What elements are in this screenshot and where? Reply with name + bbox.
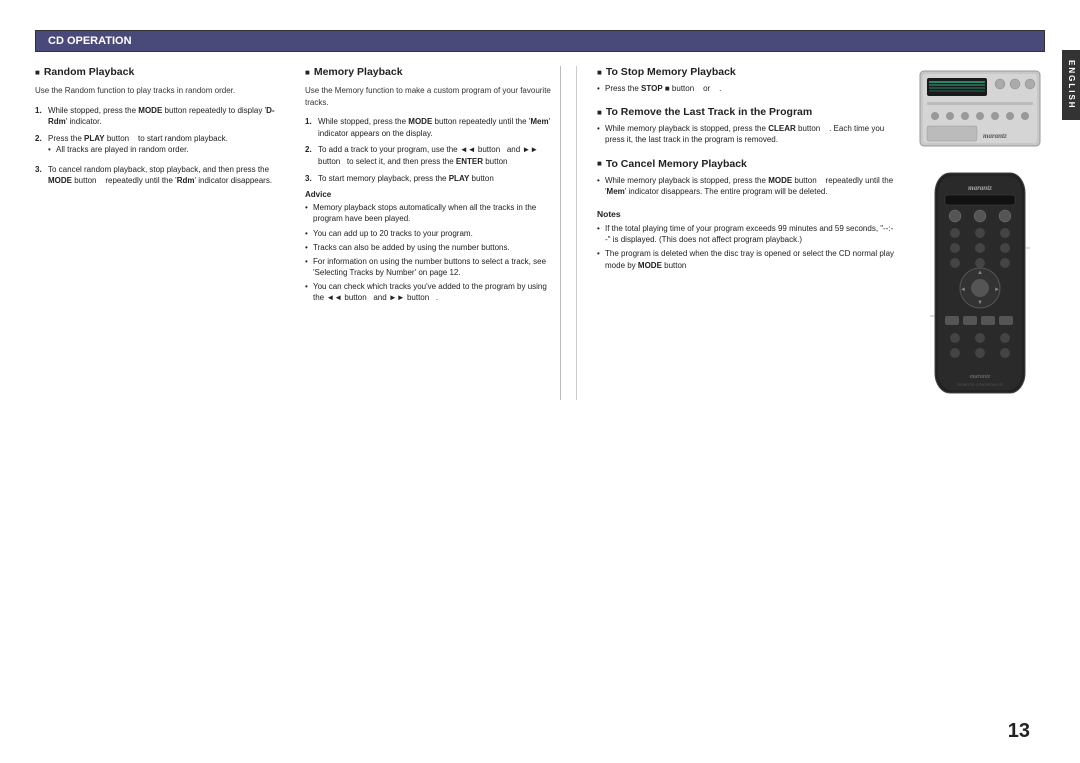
- svg-text:REMOTE CONTROLLER: REMOTE CONTROLLER: [957, 382, 1003, 387]
- random-bullet-1: All tracks are played in random order.: [48, 144, 285, 155]
- advice-bullet-2: You can add up to 20 tracks to your prog…: [305, 228, 555, 239]
- random-step-1: 1. While stopped, press the MODE button …: [35, 105, 285, 128]
- svg-text:marantz: marantz: [983, 132, 1007, 140]
- remote-svg: marantz: [925, 168, 1035, 398]
- right-text-sections: To Stop Memory Playback Press the STOP ■…: [597, 66, 895, 400]
- remove-last-track-title: To Remove the Last Track in the Program: [597, 106, 895, 118]
- english-tab: ENGLISH: [1062, 50, 1080, 120]
- random-step-2: 2. Press the PLAY button to start random…: [35, 133, 285, 159]
- random-playback-title: Random Playback: [35, 66, 285, 78]
- cancel-memory-title: To Cancel Memory Playback: [597, 158, 895, 170]
- cd-operation-label: CD OPERATION: [48, 35, 132, 47]
- left-area: Random Playback Use the Random function …: [35, 66, 555, 400]
- step-body-3: To cancel random playback, stop playback…: [48, 164, 285, 187]
- remote-control-image: marantz: [925, 168, 1035, 400]
- mem-step-num-2: 2.: [305, 144, 315, 167]
- memory-playback-intro: Use the Memory function to make a custom…: [305, 85, 555, 108]
- memory-step-3: 3. To start memory playback, press the P…: [305, 173, 555, 185]
- mem-step-body-3: To start memory playback, press the PLAY…: [318, 173, 555, 185]
- notes-title: Notes: [597, 209, 895, 219]
- svg-text:►: ►: [994, 287, 1000, 293]
- cd-operation-header: CD OPERATION: [35, 30, 1045, 52]
- random-playback-intro: Use the Random function to play tracks i…: [35, 85, 285, 97]
- memory-step-2: 2. To add a track to your program, use t…: [305, 144, 555, 167]
- device-images: marantz marantz: [905, 66, 1045, 400]
- stop-memory-section: To Stop Memory Playback Press the STOP ■…: [597, 66, 895, 94]
- svg-text:marantz: marantz: [970, 374, 991, 380]
- main-content: Random Playback Use the Random function …: [35, 66, 1045, 400]
- remove-last-track-bullet: While memory playback is stopped, press …: [597, 123, 895, 145]
- svg-text:▼: ▼: [977, 300, 983, 306]
- random-step-3: 3. To cancel random playback, stop playb…: [35, 164, 285, 187]
- stop-memory-title: To Stop Memory Playback: [597, 66, 895, 78]
- step-body-2: Press the PLAY button to start random pl…: [48, 133, 285, 159]
- step-body: While stopped, press the MODE button rep…: [48, 105, 285, 128]
- random-playback-column: Random Playback Use the Random function …: [35, 66, 285, 400]
- step-num-2: 2.: [35, 133, 45, 159]
- memory-step-1: 1. While stopped, press the MODE button …: [305, 116, 555, 139]
- step-num: 1.: [35, 105, 45, 128]
- page-number: 13: [1008, 720, 1030, 743]
- cd-player-svg: marantz: [915, 66, 1045, 151]
- svg-text:▲: ▲: [977, 270, 983, 276]
- svg-text:marantz: marantz: [968, 184, 992, 192]
- stop-memory-bullet: Press the STOP ■ button or .: [597, 83, 895, 94]
- advice-title: Advice: [305, 190, 555, 199]
- mem-step-body-1: While stopped, press the MODE button rep…: [318, 116, 555, 139]
- mem-step-num-1: 1.: [305, 116, 315, 139]
- advice-bullet-3: Tracks can also be added by using the nu…: [305, 242, 555, 253]
- mem-step-num-3: 3.: [305, 173, 315, 185]
- svg-text:◄: ◄: [960, 287, 966, 293]
- step-num-3: 3.: [35, 164, 45, 187]
- content-divider: [560, 66, 561, 400]
- remove-last-track-section: To Remove the Last Track in the Program …: [597, 106, 895, 145]
- cancel-memory-section: To Cancel Memory Playback While memory p…: [597, 158, 895, 197]
- notes-bullet-2: The program is deleted when the disc tra…: [597, 248, 895, 270]
- memory-playback-title: Memory Playback: [305, 66, 555, 78]
- advice-bullet-4: For information on using the number butt…: [305, 256, 555, 278]
- notes-bullet-1: If the total playing time of your progra…: [597, 223, 895, 245]
- notes-section: Notes If the total playing time of your …: [597, 209, 895, 271]
- cd-player-image: marantz: [915, 66, 1045, 153]
- advice-bullet-1: Memory playback stops automatically when…: [305, 202, 555, 224]
- right-area: To Stop Memory Playback Press the STOP ■…: [576, 66, 1045, 400]
- cancel-memory-bullet: While memory playback is stopped, press …: [597, 175, 895, 197]
- page-container: CD OPERATION Random Playback Use the Ran…: [0, 0, 1080, 763]
- advice-bullet-5: You can check which tracks you've added …: [305, 281, 555, 303]
- memory-playback-column: Memory Playback Use the Memory function …: [305, 66, 555, 400]
- mem-step-body-2: To add a track to your program, use the …: [318, 144, 555, 167]
